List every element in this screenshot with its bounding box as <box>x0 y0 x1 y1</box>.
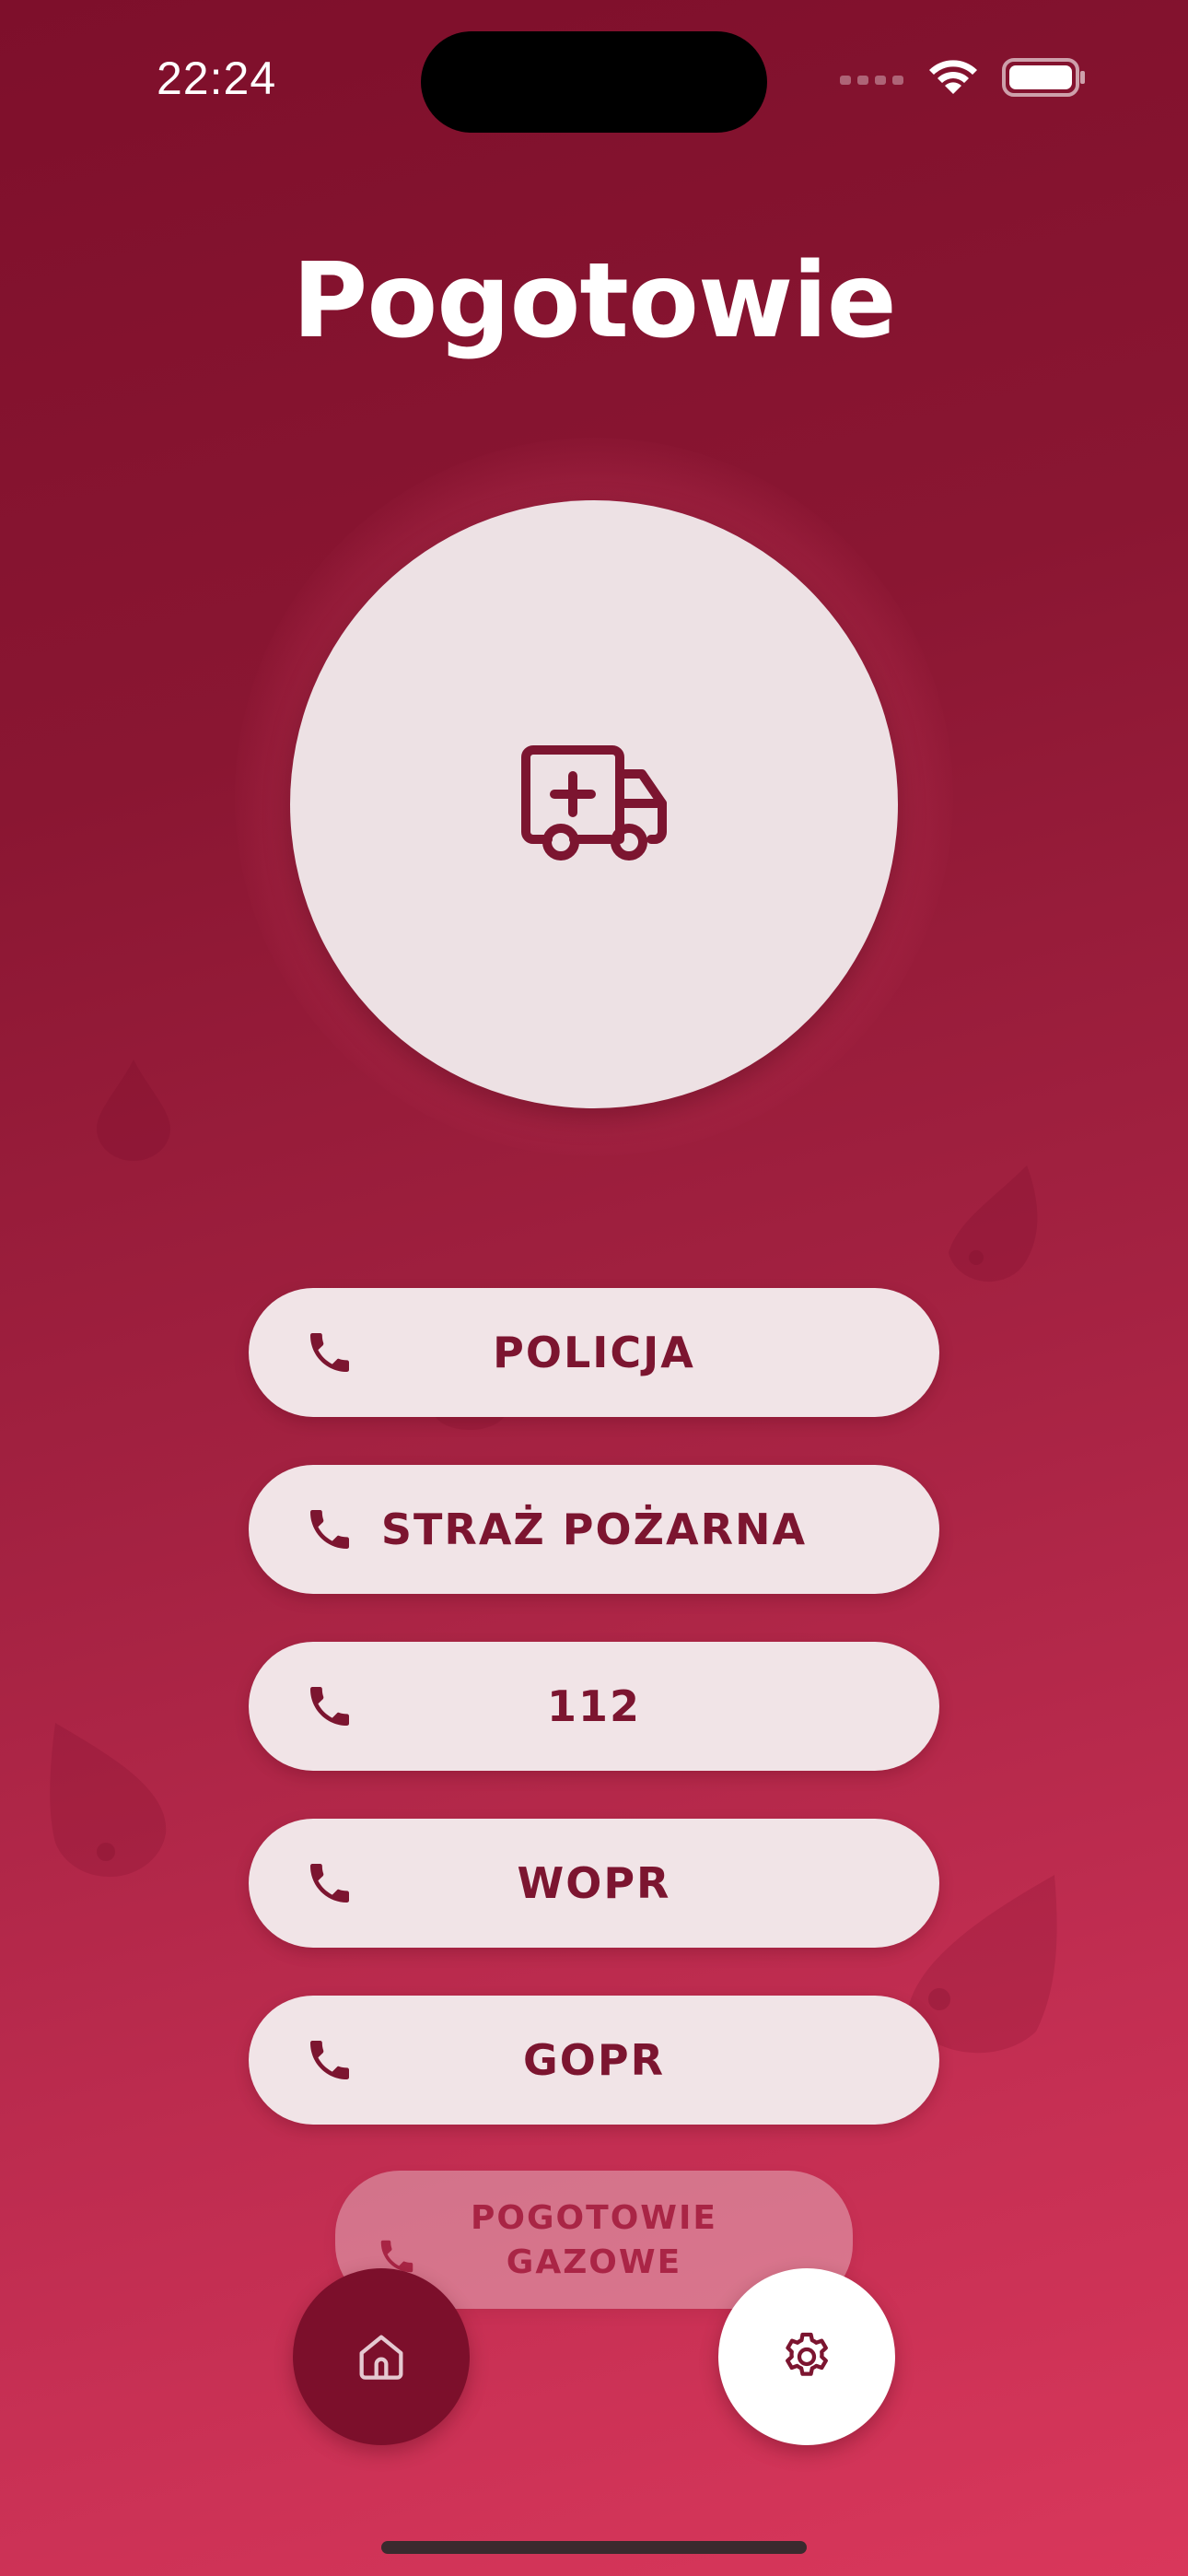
button-label: POGOTOWIE GAZOWE <box>471 2199 717 2281</box>
signal-icon <box>840 76 903 85</box>
phone-icon <box>310 1510 349 1549</box>
background-droplet <box>97 1060 170 1161</box>
phone-icon <box>310 1687 349 1726</box>
phone-icon <box>310 2041 349 2079</box>
ambulance-icon <box>521 745 667 861</box>
call-button-wopr[interactable]: WOPR <box>249 1819 939 1948</box>
call-button-gopr[interactable]: GOPR <box>249 1996 939 2125</box>
home-indicator <box>381 2541 807 2554</box>
battery-icon <box>1002 58 1085 97</box>
page-title: Pogotowie <box>292 241 896 361</box>
button-label: POLICJA <box>493 1328 695 1377</box>
call-button-straz-pozarna[interactable]: STRAŻ POŻARNA <box>249 1465 939 1594</box>
background-droplet <box>50 1723 167 1878</box>
button-label: WOPR <box>517 1858 671 1908</box>
settings-nav-button[interactable] <box>718 2268 895 2445</box>
background-droplet <box>949 1165 1038 1282</box>
gear-icon <box>786 2332 828 2376</box>
home-nav-button[interactable] <box>293 2268 470 2445</box>
button-label: 112 <box>546 1681 642 1731</box>
status-icons <box>840 55 1087 100</box>
call-button-112[interactable]: 112 <box>249 1642 939 1771</box>
phone-icon <box>310 1333 349 1372</box>
call-button-policja[interactable]: POLICJA <box>249 1288 939 1417</box>
button-label: STRAŻ POŻARNA <box>380 1505 808 1554</box>
dynamic-island <box>421 31 767 133</box>
home-icon <box>359 2335 403 2380</box>
phone-icon <box>310 1864 349 1903</box>
button-label: GOPR <box>523 2035 665 2085</box>
ambulance-call-button[interactable] <box>290 500 898 1108</box>
wifi-icon <box>929 60 977 94</box>
status-time: 22:24 <box>157 53 277 104</box>
